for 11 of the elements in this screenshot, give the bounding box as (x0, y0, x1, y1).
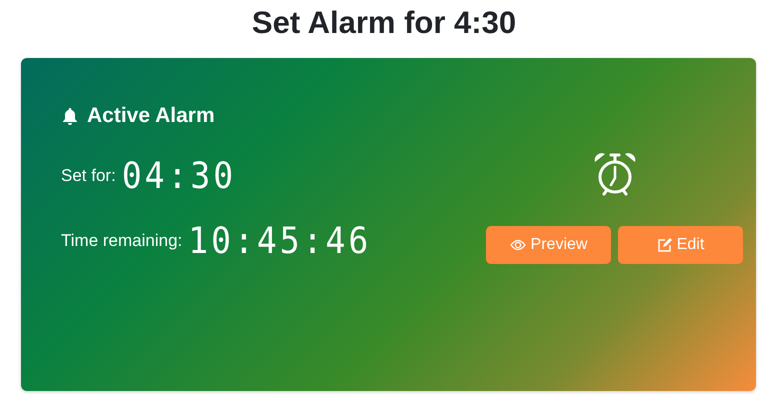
card-heading: Active Alarm (87, 104, 215, 128)
edit-button[interactable]: Edit (618, 226, 743, 264)
time-remaining-label: Time remaining: (61, 230, 182, 250)
countdown-time: 10:45:46 (188, 219, 372, 262)
preview-button[interactable]: Preview (486, 226, 611, 264)
eye-icon (510, 239, 526, 251)
bell-icon (61, 106, 79, 126)
set-for-label: Set for: (61, 166, 116, 186)
edit-icon (656, 238, 672, 252)
page-title: Set Alarm for 4:30 (250, 4, 518, 42)
alarm-time: 04:30 (122, 154, 236, 197)
